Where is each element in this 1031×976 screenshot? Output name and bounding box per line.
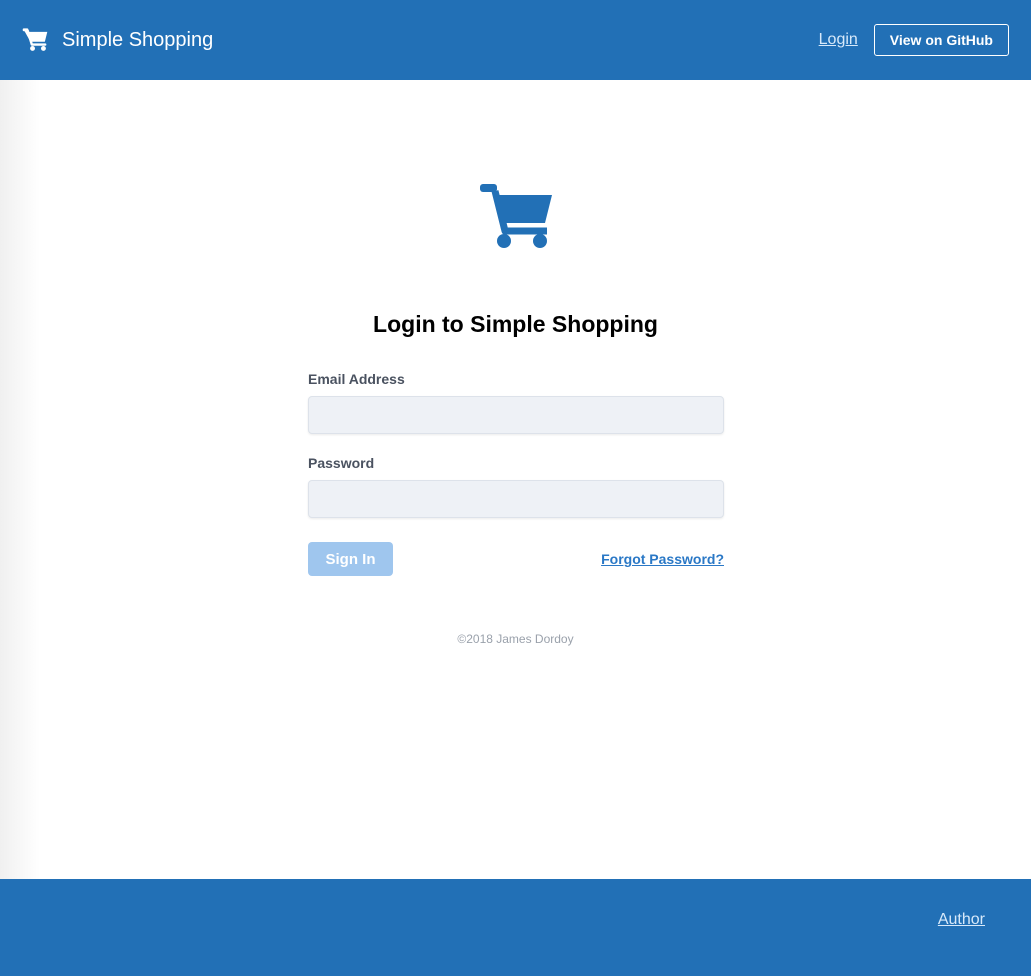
login-form: Email Address Password Sign In Forgot Pa… — [308, 370, 724, 576]
copyright-text: ©2018 James Dordoy — [457, 632, 574, 646]
shopping-cart-icon — [22, 28, 48, 51]
nav-actions: Login View on GitHub — [819, 24, 1009, 56]
page-title: Login to Simple Shopping — [373, 311, 658, 337]
email-field[interactable] — [308, 396, 724, 434]
view-on-github-button[interactable]: View on GitHub — [873, 24, 1009, 56]
brand-title: Simple Shopping — [62, 28, 214, 51]
forgot-password-link[interactable]: Forgot Password? — [601, 551, 724, 567]
password-label: Password — [308, 455, 375, 471]
password-field[interactable] — [308, 480, 724, 518]
top-navbar: Simple Shopping Login View on GitHub — [0, 0, 1031, 80]
form-actions: Sign In Forgot Password? — [308, 542, 724, 576]
login-link[interactable]: Login — [819, 31, 858, 49]
side-shadow — [0, 80, 40, 879]
sign-in-button[interactable]: Sign In — [308, 542, 393, 576]
page-footer: Author — [0, 879, 1031, 976]
author-link[interactable]: Author — [938, 911, 985, 929]
shopping-cart-icon — [480, 184, 552, 248]
brand[interactable]: Simple Shopping — [22, 28, 213, 52]
email-label: Email Address — [308, 371, 405, 387]
